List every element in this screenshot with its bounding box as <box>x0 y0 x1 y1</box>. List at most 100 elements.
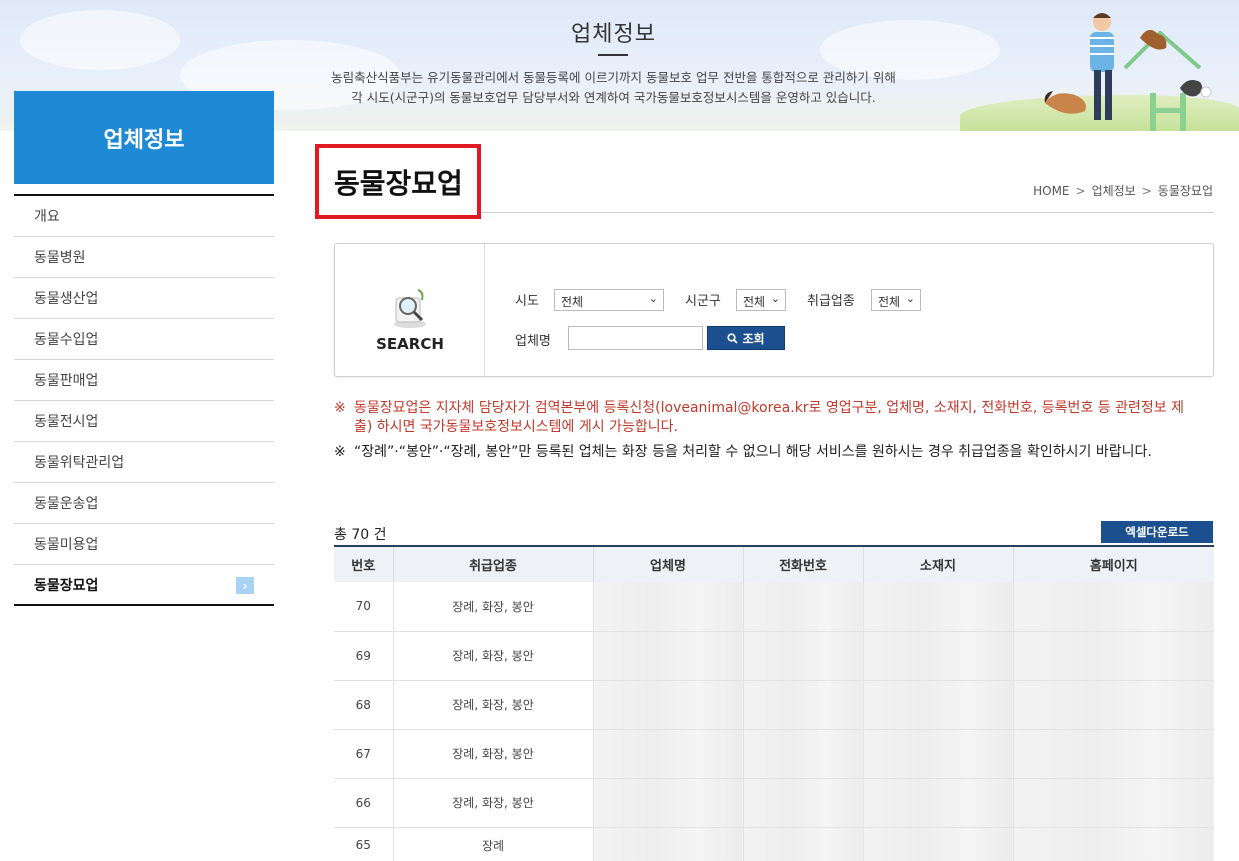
row-phone-redacted <box>742 729 863 779</box>
row-biz-type: 장례, 화장, 봉안 <box>392 680 593 730</box>
row-address-redacted <box>862 631 1013 681</box>
row-phone-redacted <box>742 778 863 828</box>
chevron-right-icon: > <box>1141 183 1152 198</box>
magnifier-book-icon <box>394 289 426 328</box>
table-row[interactable]: 70 장례, 화장, 봉안 <box>334 582 1214 632</box>
sidebar-title: 업체정보 <box>14 91 274 184</box>
table-row[interactable]: 69 장례, 화장, 봉안 <box>334 631 1214 681</box>
biz-type-select-value: 전체 <box>878 295 901 309</box>
table-row[interactable]: 67 장례, 화장, 봉안 <box>334 729 1214 779</box>
row-biz-type: 장례 <box>392 827 593 861</box>
company-name-input[interactable] <box>568 326 703 350</box>
chevron-right-icon: › <box>236 577 254 594</box>
sidebar-item-animal-funeral[interactable]: 동물장묘업 › <box>14 565 274 606</box>
page-title: 동물장묘업 <box>334 167 463 200</box>
search-button[interactable]: 조회 <box>707 326 785 350</box>
person-with-dogs-illustration <box>1044 13 1212 131</box>
sidebar-item-animal-hospital[interactable]: 동물병원 <box>14 237 274 278</box>
row-phone-redacted <box>742 582 863 632</box>
row-homepage-redacted <box>1012 778 1214 828</box>
row-company-redacted <box>592 778 743 828</box>
row-phone-redacted <box>742 631 863 681</box>
row-biz-type: 장례, 화장, 봉안 <box>392 729 593 779</box>
row-phone-redacted <box>742 827 863 861</box>
row-company-redacted <box>592 582 743 632</box>
sidebar-item-animal-boarding[interactable]: 동물위탁관리업 <box>14 442 274 483</box>
breadcrumb-company-info[interactable]: 업체정보 <box>1092 182 1136 199</box>
row-address-redacted <box>862 778 1013 828</box>
search-label: SEARCH <box>376 335 444 353</box>
notice-service-type-text: “장례”·“봉안”·“장례, 봉안”만 등록된 업체는 화장 등을 처리할 수 … <box>354 444 1152 460</box>
row-biz-type: 장례, 화장, 봉안 <box>392 631 593 681</box>
sidebar-item-animal-sales[interactable]: 동물판매업 <box>14 360 274 401</box>
excel-download-button[interactable]: 엑셀다운로드 <box>1101 521 1213 543</box>
row-address-redacted <box>862 582 1013 632</box>
breadcrumb: HOME > 업체정보 > 동물장묘업 <box>1033 182 1213 199</box>
banner-desc-line: 농림축산식품부는 유기동물관리에서 동물등록에 이르기까지 동물보호 업무 전반… <box>331 70 896 85</box>
row-number: 69 <box>334 631 393 681</box>
company-name-label: 업체명 <box>515 334 551 349</box>
sidebar-item-animal-production[interactable]: 동물생산업 <box>14 278 274 319</box>
row-address-redacted <box>862 680 1013 730</box>
banner-desc-line: 각 시도(시군구)의 동물보호업무 담당부서와 연계하여 국가동물보호정보시스템… <box>351 90 876 105</box>
row-homepage-redacted <box>1012 827 1214 861</box>
breadcrumb-current[interactable]: 동물장묘업 <box>1158 182 1213 199</box>
column-header-company: 업체명 <box>592 545 743 582</box>
result-count: 총 70 건 <box>334 527 387 543</box>
results-table: 번호 취급업종 업체명 전화번호 소재지 홈페이지 70 장례, 화장, 봉안 … <box>334 545 1214 861</box>
chevron-down-icon: ⌄ <box>770 292 780 305</box>
table-row[interactable]: 65 장례 <box>334 827 1214 861</box>
row-number: 66 <box>334 778 393 828</box>
breadcrumb-home[interactable]: HOME <box>1033 184 1069 198</box>
row-number: 67 <box>334 729 393 779</box>
row-company-redacted <box>592 680 743 730</box>
row-phone-redacted <box>742 680 863 730</box>
sidebar-item-animal-exhibition[interactable]: 동물전시업 <box>14 401 274 442</box>
sidebar-item-animal-import[interactable]: 동물수입업 <box>14 319 274 360</box>
notice-registration-text: 동물장묘업은 지자체 담당자가 검역본부에 등록신청(loveanimal@ko… <box>354 400 1184 435</box>
biz-type-select[interactable]: 전체 ⌄ <box>871 289 921 311</box>
row-number: 65 <box>334 827 393 861</box>
page: 업체정보 농림축산식품부는 유기동물관리에서 동물등록에 이르기까지 동물보호 … <box>0 0 1239 861</box>
banner-title-underline <box>598 54 628 56</box>
column-header-address: 소재지 <box>862 545 1013 582</box>
column-header-biz-type: 취급업종 <box>392 545 593 582</box>
chevron-down-icon: ⌄ <box>905 292 915 305</box>
row-company-redacted <box>592 729 743 779</box>
search-button-label: 조회 <box>742 331 765 346</box>
row-homepage-redacted <box>1012 631 1214 681</box>
row-address-redacted <box>862 827 1013 861</box>
row-number: 70 <box>334 582 393 632</box>
sigungu-select-value: 전체 <box>743 295 766 309</box>
search-panel: SEARCH 시도 전체 ⌄ 시군구 전체 ⌄ 취급업종 전체 ⌄ 업체명 조회 <box>334 243 1214 377</box>
row-company-redacted <box>592 631 743 681</box>
row-number: 68 <box>334 680 393 730</box>
row-address-redacted <box>862 729 1013 779</box>
biz-type-label: 취급업종 <box>807 294 855 309</box>
title-divider <box>481 212 1214 213</box>
sidebar-item-animal-grooming[interactable]: 동물미용업 <box>14 524 274 565</box>
sido-select[interactable]: 전체 ⌄ <box>554 289 664 311</box>
column-header-number: 번호 <box>334 545 393 582</box>
search-icon <box>727 332 739 344</box>
chevron-down-icon: ⌄ <box>648 292 658 305</box>
sidebar-item-overview[interactable]: 개요 <box>14 196 274 237</box>
sigungu-select[interactable]: 전체 ⌄ <box>736 289 786 311</box>
table-row[interactable]: 66 장례, 화장, 봉안 <box>334 778 1214 828</box>
search-panel-left: SEARCH <box>335 244 485 376</box>
row-homepage-redacted <box>1012 729 1214 779</box>
row-homepage-redacted <box>1012 582 1214 632</box>
notice-mark: ※ <box>334 400 346 416</box>
sidebar-item-animal-transport[interactable]: 동물운송업 <box>14 483 274 524</box>
banner-description: 농림축산식품부는 유기동물관리에서 동물등록에 이르기까지 동물보호 업무 전반… <box>300 68 927 108</box>
notice-service-type: ※ “장례”·“봉안”·“장례, 봉안”만 등록된 업체는 화장 등을 처리할 … <box>334 443 1194 462</box>
notice-mark: ※ <box>334 444 346 460</box>
chevron-right-icon: > <box>1075 183 1086 198</box>
sido-label: 시도 <box>515 294 539 309</box>
sigungu-label: 시군구 <box>685 294 721 309</box>
table-header-row: 번호 취급업종 업체명 전화번호 소재지 홈페이지 <box>334 545 1214 582</box>
table-row[interactable]: 68 장례, 화장, 봉안 <box>334 680 1214 730</box>
row-biz-type: 장례, 화장, 봉안 <box>392 778 593 828</box>
column-header-phone: 전화번호 <box>742 545 863 582</box>
sidebar-item-label: 동물장묘업 <box>34 577 99 594</box>
